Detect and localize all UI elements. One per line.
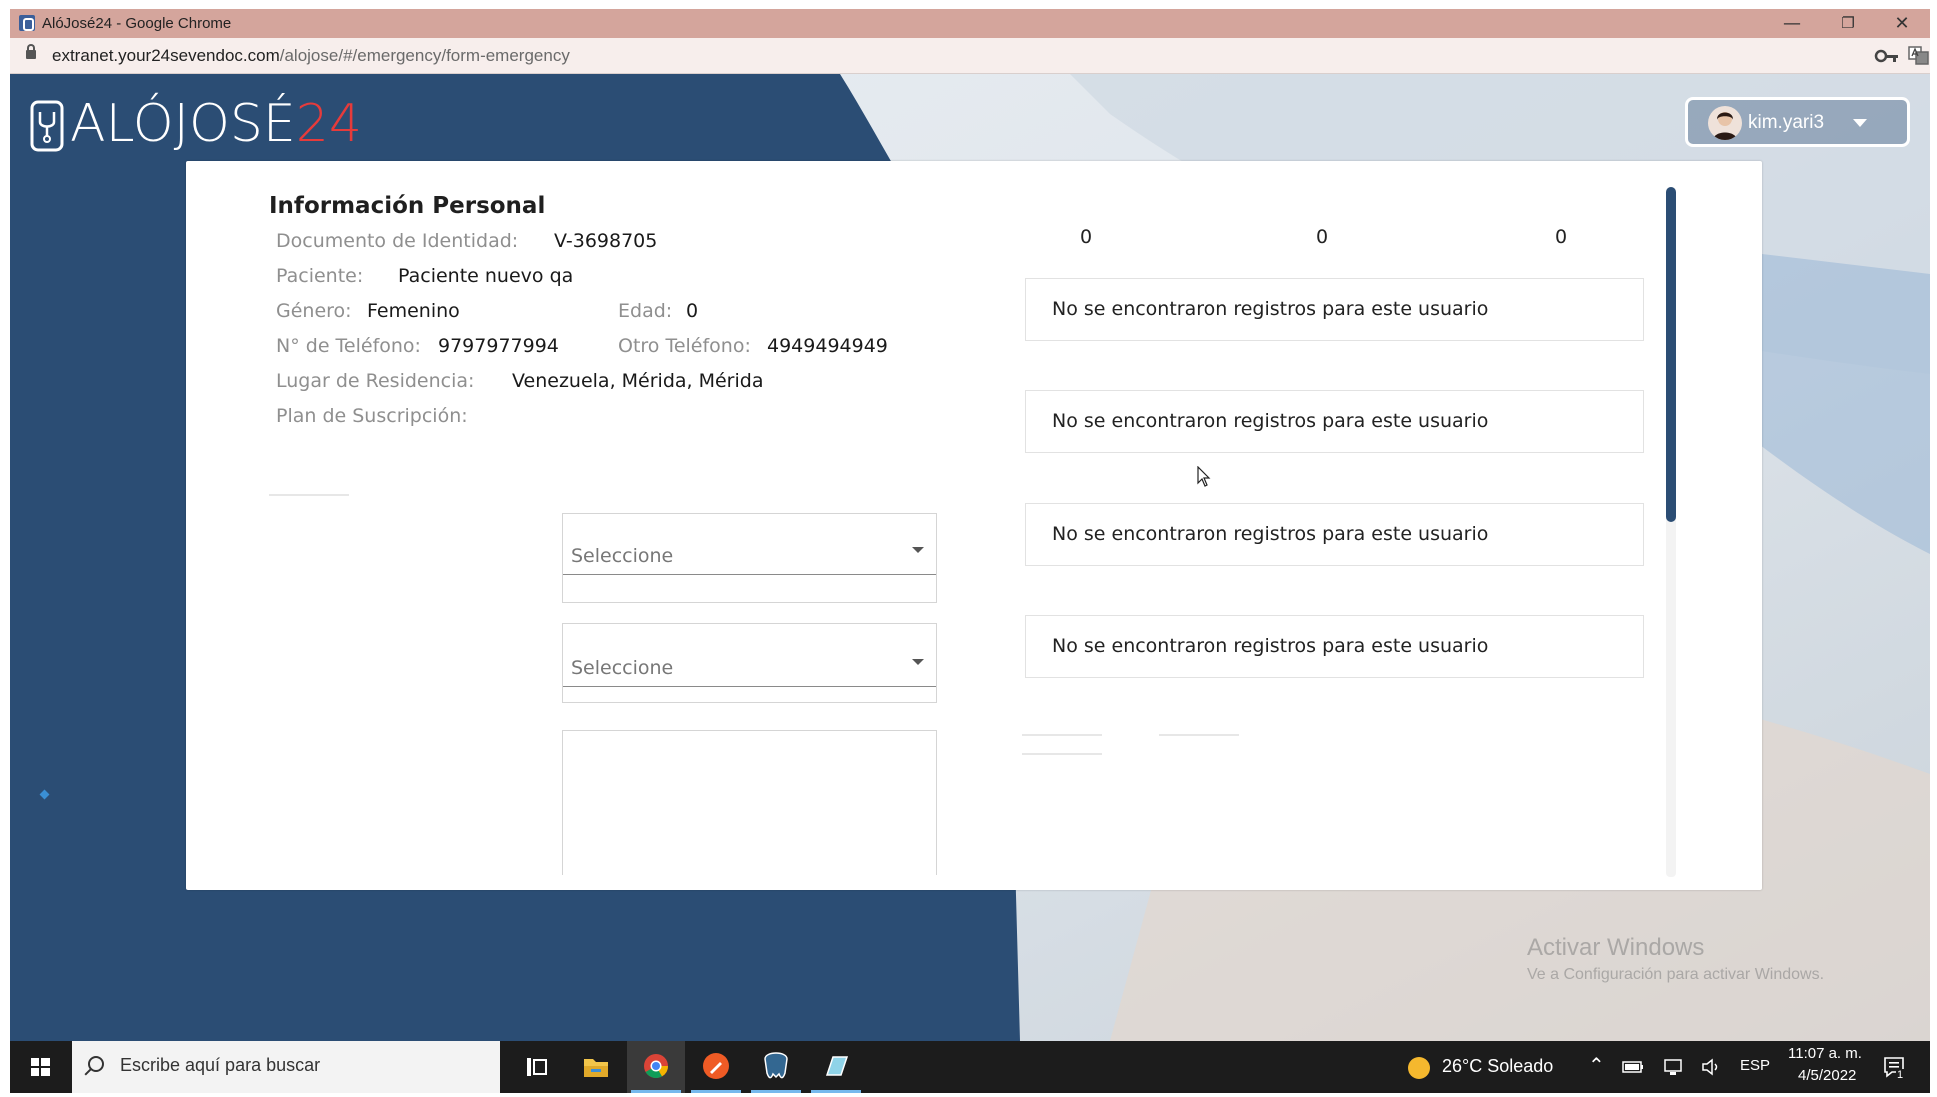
network-icon[interactable]: [1662, 1057, 1684, 1077]
weather-sun-icon[interactable]: [1408, 1057, 1430, 1079]
empty-records-message: No se encontraron registros para este us…: [1052, 635, 1489, 657]
close-button[interactable]: ✕: [1874, 9, 1930, 38]
empty-records-message: No se encontraron registros para este us…: [1052, 298, 1489, 320]
brand-logo[interactable]: ALÓJOSÉ24: [30, 92, 362, 162]
empty-records-message: No se encontraron registros para este us…: [1052, 523, 1489, 545]
caret-down-icon: [1853, 119, 1867, 127]
search-placeholder: Escribe aquí para buscar: [120, 1055, 321, 1075]
document-value: V-3698705: [554, 230, 658, 252]
phone-label: N° de Teléfono:: [276, 335, 421, 357]
stethoscope-phone-icon: [30, 100, 64, 152]
active-indicator: [751, 1090, 801, 1093]
patient-value: Paciente nuevo qa: [398, 265, 574, 287]
file-explorer-icon[interactable]: [567, 1041, 625, 1093]
active-indicator: [691, 1090, 741, 1093]
residence-value: Venezuela, Mérida, Mérida: [512, 370, 764, 392]
postman-icon[interactable]: [687, 1041, 745, 1093]
select-2[interactable]: Seleccione: [563, 624, 936, 687]
notes-app-icon[interactable]: [807, 1041, 865, 1093]
counter-2: 0: [1316, 226, 1329, 248]
browser-title-bar: AlóJosé24 - Google Chrome — ❐ ✕: [10, 9, 1930, 38]
select-2-container: Seleccione: [562, 623, 937, 703]
dropdown-arrow-icon[interactable]: [912, 659, 924, 665]
patient-label: Paciente:: [276, 265, 364, 287]
minimize-button[interactable]: —: [1764, 9, 1820, 38]
scrollbar-thumb[interactable]: [1666, 187, 1676, 522]
notification-count: 1: [1896, 1069, 1905, 1081]
select-placeholder: Seleccione: [571, 657, 674, 679]
logo-text: ALÓJOSÉ24: [70, 94, 362, 154]
age-value: 0: [686, 300, 699, 322]
url-path: /alojose/#/emergency/form-emergency: [279, 46, 570, 65]
windows-start-icon[interactable]: [10, 1041, 70, 1093]
address-bar[interactable]: extranet.your24sevendoc.com/alojose/#/em…: [10, 38, 1930, 74]
gender-label: Género:: [276, 300, 352, 322]
chrome-taskbar-icon[interactable]: [627, 1041, 685, 1093]
counter-3: 0: [1555, 226, 1568, 248]
url-host: extranet.your24sevendoc.com: [52, 46, 280, 65]
records-panel-4: No se encontraron registros para este us…: [1025, 615, 1644, 678]
notes-textarea[interactable]: [562, 730, 937, 875]
translate-icon[interactable]: [1908, 46, 1930, 66]
url-text[interactable]: extranet.your24sevendoc.com/alojose/#/em…: [52, 46, 570, 66]
counter-1: 0: [1080, 226, 1093, 248]
records-panel-2: No se encontraron registros para este us…: [1025, 390, 1644, 453]
select-placeholder: Seleccione: [571, 545, 674, 567]
volume-icon[interactable]: [1700, 1057, 1722, 1077]
user-menu-dropdown[interactable]: kim.yari3: [1685, 97, 1910, 147]
dropdown-arrow-icon[interactable]: [912, 547, 924, 553]
clock-time[interactable]: 11:07 a. m.: [1788, 1045, 1862, 1062]
divider: [269, 494, 349, 496]
watermark-subtitle: Ve a Configuración para activar Windows.: [1527, 966, 1825, 983]
section-title: Información Personal: [269, 193, 546, 219]
clock-date[interactable]: 4/5/2022: [1798, 1067, 1856, 1084]
lock-icon[interactable]: [26, 44, 36, 59]
watermark-title: Activar Windows: [1527, 934, 1705, 961]
avatar: [1708, 106, 1742, 140]
divider: [1159, 734, 1239, 736]
battery-icon[interactable]: [1622, 1059, 1644, 1075]
select-1-container: Seleccione: [562, 513, 937, 603]
emergency-form-card: Información Personal Documento de Identi…: [186, 161, 1762, 890]
task-view-icon[interactable]: [507, 1041, 565, 1093]
logo-number: 24: [295, 94, 362, 154]
pgadmin-icon[interactable]: [747, 1041, 805, 1093]
select-1[interactable]: Seleccione: [563, 514, 936, 575]
search-icon: [88, 1056, 104, 1072]
document-label: Documento de Identidad:: [276, 230, 519, 252]
windows-taskbar: Escribe aquí para buscar 26°C Soleado ⌃ …: [10, 1041, 1930, 1093]
language-indicator[interactable]: ESP: [1740, 1057, 1770, 1074]
divider: [1022, 753, 1102, 755]
divider: [1022, 734, 1102, 736]
phone-value: 9797977994: [438, 335, 559, 357]
mouse-cursor-icon: [1197, 466, 1211, 487]
weather-text[interactable]: 26°C Soleado: [1442, 1056, 1553, 1077]
other-phone-label: Otro Teléfono:: [618, 335, 751, 357]
age-label: Edad:: [618, 300, 673, 322]
maximize-button[interactable]: ❐: [1820, 9, 1876, 38]
window-title: AlóJosé24 - Google Chrome: [42, 15, 232, 32]
windows-activation-watermark: Activar Windows Ve a Configuración para …: [1527, 934, 1824, 984]
screen: AlóJosé24 - Google Chrome — ❐ ✕ extranet…: [0, 0, 1937, 1097]
page-content: ALÓJOSÉ24 kim.yari3 Activar Windows Ve a…: [10, 74, 1930, 1041]
records-panel-3: No se encontraron registros para este us…: [1025, 503, 1644, 566]
empty-records-message: No se encontraron registros para este us…: [1052, 410, 1489, 432]
chevron-up-icon[interactable]: ⌃: [1588, 1053, 1605, 1078]
site-favicon-icon: [19, 15, 35, 31]
plan-label: Plan de Suscripción:: [276, 405, 468, 427]
taskbar-search-box[interactable]: Escribe aquí para buscar: [72, 1041, 500, 1093]
other-phone-value: 4949494949: [767, 335, 888, 357]
logo-word: ALÓJOSÉ: [70, 94, 296, 154]
key-icon[interactable]: [1874, 48, 1900, 64]
user-name: kim.yari3: [1748, 112, 1825, 133]
active-indicator: [811, 1090, 861, 1093]
gender-value: Femenino: [367, 300, 460, 322]
records-panel-1: No se encontraron registros para este us…: [1025, 278, 1644, 341]
active-indicator: [631, 1090, 681, 1093]
residence-label: Lugar de Residencia:: [276, 370, 475, 392]
